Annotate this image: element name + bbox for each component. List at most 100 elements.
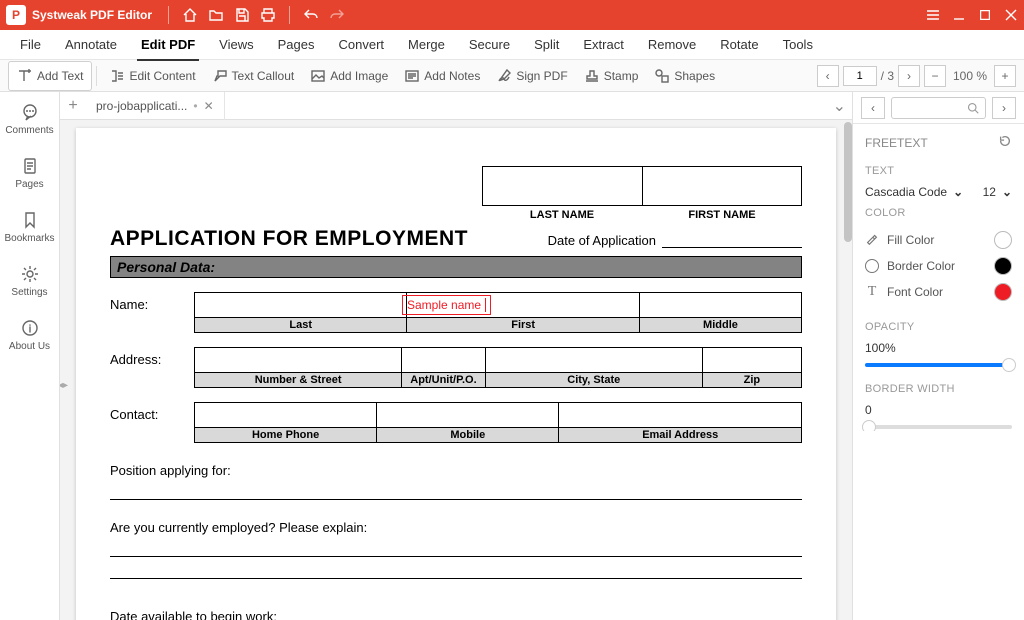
save-icon[interactable] <box>229 0 255 30</box>
border-color-label: Border Color <box>887 259 986 273</box>
title-bar: P Systweak PDF Editor <box>0 0 1024 30</box>
print-icon[interactable] <box>255 0 281 30</box>
window-maximize-icon[interactable] <box>972 0 998 30</box>
sidebar-settings[interactable]: Settings <box>0 260 59 302</box>
opacity-value: 100% <box>865 341 1012 355</box>
prev-page-button[interactable]: ‹ <box>817 65 839 87</box>
panel-title: FREETEXT <box>865 136 928 150</box>
panel-reset-button[interactable] <box>998 134 1012 151</box>
menu-split[interactable]: Split <box>522 30 571 60</box>
fill-color-icon <box>865 232 879 249</box>
menu-remove[interactable]: Remove <box>636 30 708 60</box>
contact-col-mobile: Mobile <box>377 428 559 443</box>
border-color-swatch[interactable] <box>994 257 1012 275</box>
tabs-overflow-button[interactable]: ⌄ <box>833 96 846 116</box>
menu-edit-pdf[interactable]: Edit PDF <box>129 30 207 60</box>
last-name-header: LAST NAME <box>482 206 642 221</box>
window-close-icon[interactable] <box>998 0 1024 30</box>
zoom-in-button[interactable]: + <box>994 65 1016 87</box>
add-notes-label: Add Notes <box>424 69 480 83</box>
menu-annotate[interactable]: Annotate <box>53 30 129 60</box>
chevron-down-icon: ⌄ <box>1002 185 1012 199</box>
sign-pdf-label: Sign PDF <box>516 69 567 83</box>
fill-color-swatch[interactable] <box>994 231 1012 249</box>
freetext-annotation[interactable]: Sample name <box>402 295 491 315</box>
text-callout-button[interactable]: Text Callout <box>204 61 303 91</box>
redo-icon[interactable] <box>324 0 350 30</box>
contact-col-email: Email Address <box>559 428 802 443</box>
zoom-out-button[interactable]: − <box>924 65 946 87</box>
edit-content-button[interactable]: Edit Content <box>101 61 203 91</box>
fill-color-row[interactable]: Fill Color <box>865 227 1012 253</box>
open-folder-icon[interactable] <box>203 0 229 30</box>
menu-extract[interactable]: Extract <box>571 30 635 60</box>
add-image-button[interactable]: Add Image <box>302 61 396 91</box>
app-title: Systweak PDF Editor <box>32 8 152 22</box>
menu-file[interactable]: File <box>8 30 53 60</box>
sidebar-comments[interactable]: Comments <box>0 98 59 140</box>
freetext-value: Sample name <box>407 298 481 312</box>
stamp-button[interactable]: Stamp <box>576 61 647 91</box>
panel-next-button[interactable]: › <box>992 97 1016 119</box>
shapes-button[interactable]: Shapes <box>646 61 723 91</box>
address-label: Address: <box>110 347 194 388</box>
menu-secure[interactable]: Secure <box>457 30 522 60</box>
home-icon[interactable] <box>177 0 203 30</box>
sidebar-about-label: About Us <box>9 341 50 352</box>
border-width-slider[interactable] <box>865 425 1012 429</box>
panel-section-opacity: OPACITY <box>865 321 1012 333</box>
border-color-row[interactable]: Border Color <box>865 253 1012 279</box>
edit-content-icon <box>109 68 125 84</box>
next-page-button[interactable]: › <box>898 65 920 87</box>
font-color-swatch[interactable] <box>994 283 1012 301</box>
panel-search-input[interactable] <box>891 97 986 119</box>
left-panel-expand-handle[interactable]: ◂▸ <box>60 370 68 400</box>
new-tab-button[interactable]: + <box>60 97 86 115</box>
panel-section-text: TEXT <box>865 165 1012 177</box>
document-viewport[interactable]: ◂▸ LAST NAME FIRST NAME APPLICATION FOR … <box>60 120 852 620</box>
page-total: / 3 <box>881 69 894 83</box>
add-text-icon <box>17 68 33 84</box>
sidebar-settings-label: Settings <box>11 287 47 298</box>
menu-tools[interactable]: Tools <box>771 30 825 60</box>
menu-views[interactable]: Views <box>207 30 265 60</box>
undo-icon[interactable] <box>298 0 324 30</box>
first-name-header: FIRST NAME <box>642 206 802 221</box>
address-col-zip: Zip <box>703 373 802 388</box>
hamburger-icon[interactable] <box>920 0 946 30</box>
font-size-value: 12 <box>983 185 996 199</box>
font-family-dropdown[interactable]: Cascadia Code ⌄ <box>865 185 963 199</box>
stamp-label: Stamp <box>604 69 639 83</box>
shapes-icon <box>654 68 670 84</box>
zoom-level: 100 % <box>950 69 990 83</box>
personal-data-header: Personal Data: <box>110 256 802 278</box>
sidebar-bookmarks-label: Bookmarks <box>4 233 54 244</box>
address-col-street: Number & Street <box>194 373 402 388</box>
menu-rotate[interactable]: Rotate <box>708 30 770 60</box>
font-size-dropdown[interactable]: 12 ⌄ <box>983 185 1012 199</box>
add-text-button[interactable]: Add Text <box>8 61 92 91</box>
sidebar-comments-label: Comments <box>5 125 53 136</box>
menu-pages[interactable]: Pages <box>266 30 327 60</box>
border-width-slider-thumb[interactable] <box>862 420 876 431</box>
tab-title: pro-jobapplicati... <box>96 99 187 113</box>
vertical-scrollbar[interactable] <box>844 120 852 620</box>
sidebar-about[interactable]: About Us <box>0 314 59 356</box>
sidebar-bookmarks[interactable]: Bookmarks <box>0 206 59 248</box>
date-available-label: Date available to begin work: <box>110 609 802 620</box>
window-minimize-icon[interactable] <box>946 0 972 30</box>
menu-merge[interactable]: Merge <box>396 30 457 60</box>
document-tab[interactable]: pro-jobapplicati... • ✕ <box>86 92 225 120</box>
pdf-page: LAST NAME FIRST NAME APPLICATION FOR EMP… <box>76 128 836 620</box>
opacity-slider[interactable] <box>865 363 1012 367</box>
sidebar-pages[interactable]: Pages <box>0 152 59 194</box>
add-notes-button[interactable]: Add Notes <box>396 61 488 91</box>
font-color-row[interactable]: T Font Color <box>865 279 1012 305</box>
panel-prev-button[interactable]: ‹ <box>861 97 885 119</box>
menu-convert[interactable]: Convert <box>327 30 397 60</box>
page-number-input[interactable] <box>843 66 877 86</box>
sign-pdf-button[interactable]: Sign PDF <box>488 61 575 91</box>
tab-close-button[interactable]: ✕ <box>204 99 214 113</box>
chevron-down-icon: ⌄ <box>953 185 963 199</box>
opacity-slider-thumb[interactable] <box>1002 358 1016 372</box>
